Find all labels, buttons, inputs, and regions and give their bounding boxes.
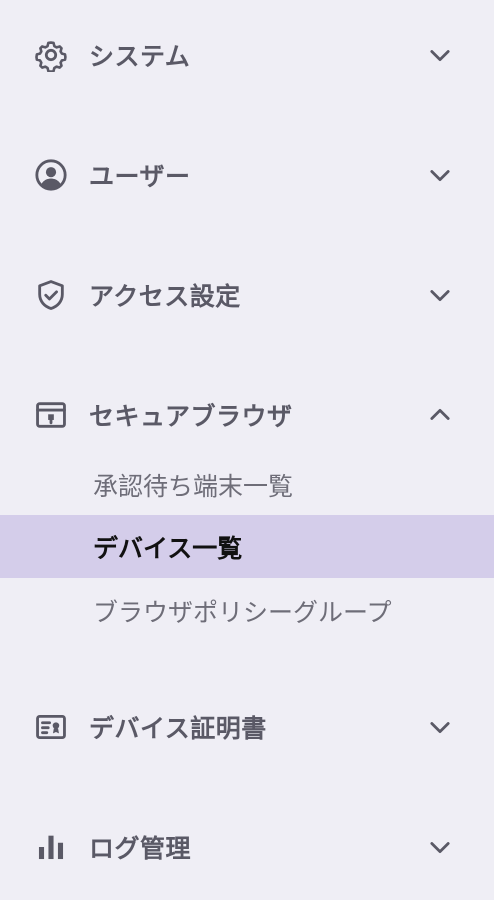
chevron-up-icon [426, 401, 454, 429]
nav-subitem-device-list[interactable]: デバイス一覧 [0, 515, 494, 578]
nav-section-label: アクセス設定 [89, 282, 241, 311]
nav-section-label: ユーザー [89, 162, 191, 191]
nav-section-label: ログ管理 [89, 834, 192, 863]
sidebar-nav: システム ユーザー アクセス設定 セキュアブラウザ 承認待ち端末一覧 デバイス一… [0, 0, 494, 900]
nav-subitem-label: ブラウザポリシーグループ [93, 597, 392, 627]
shield-check-icon [34, 278, 68, 312]
chevron-down-icon [426, 161, 454, 189]
nav-subitem-pending-devices[interactable]: 承認待ち端末一覧 [0, 453, 494, 516]
chevron-down-icon [426, 281, 454, 309]
nav-section-users[interactable]: ユーザー [0, 145, 494, 205]
nav-subitem-label: デバイス一覧 [93, 533, 243, 563]
browser-window-icon [34, 398, 68, 432]
nav-section-system[interactable]: システム [0, 25, 494, 85]
gear-icon [34, 38, 68, 72]
nav-section-access-settings[interactable]: アクセス設定 [0, 265, 494, 325]
nav-section-device-certificates[interactable]: デバイス証明書 [0, 697, 494, 757]
chevron-down-icon [426, 41, 454, 69]
chevron-down-icon [426, 833, 454, 861]
nav-section-log-management[interactable]: ログ管理 [0, 817, 494, 877]
chevron-down-icon [426, 713, 454, 741]
nav-subitem-label: 承認待ち端末一覧 [93, 471, 294, 501]
certificate-card-icon [34, 710, 68, 744]
nav-section-label: システム [89, 42, 191, 71]
nav-section-label: デバイス証明書 [89, 714, 267, 743]
user-circle-icon [34, 158, 68, 192]
nav-section-secure-browser[interactable]: セキュアブラウザ [0, 385, 494, 445]
nav-subitem-browser-policy-groups[interactable]: ブラウザポリシーグループ [0, 579, 494, 642]
nav-section-label: セキュアブラウザ [89, 402, 293, 431]
bar-chart-icon [34, 830, 68, 864]
